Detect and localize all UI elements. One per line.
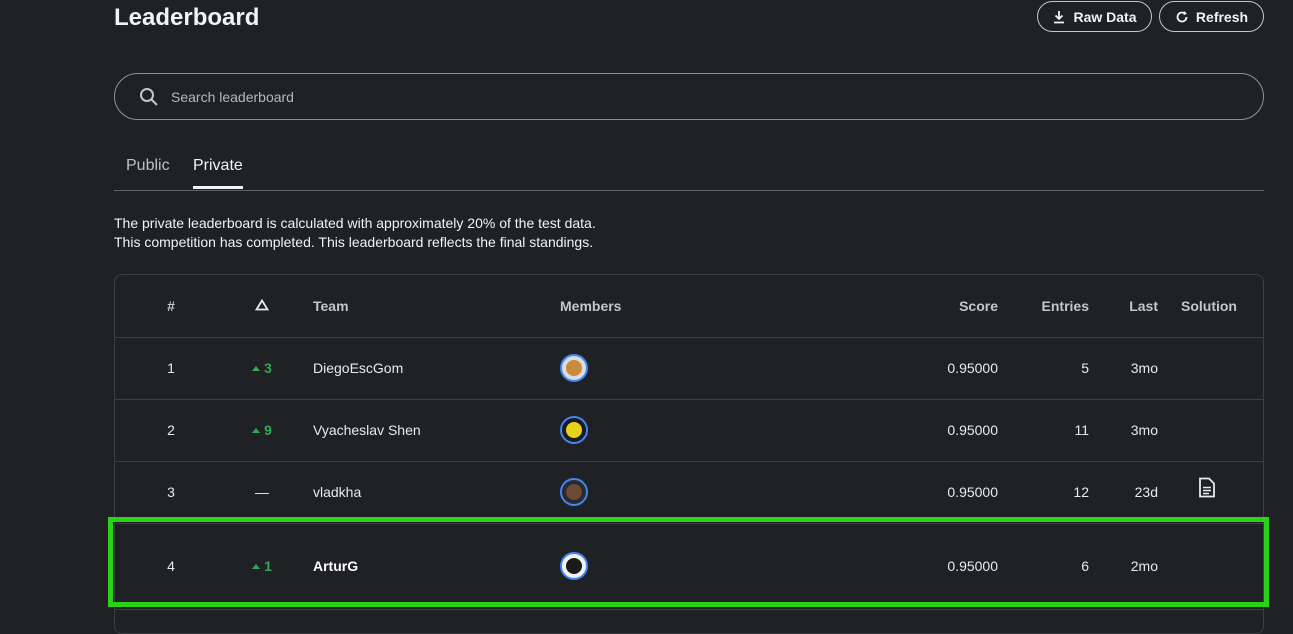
rank-change: 9 (245, 422, 279, 438)
last-submission: 3mo (1130, 360, 1158, 376)
leaderboard-table: # Team Members Score Entries Last Soluti… (114, 274, 1264, 634)
rank: 3 (167, 484, 175, 500)
raw-data-label: Raw Data (1073, 8, 1137, 25)
rank-change-value: 3 (264, 360, 272, 376)
team-name[interactable]: vladkha (313, 484, 361, 500)
table-header-row: # Team Members Score Entries Last Soluti… (115, 275, 1263, 338)
refresh-label: Refresh (1195, 8, 1249, 25)
rank-change-value: 1 (264, 558, 272, 574)
score: 0.95000 (947, 558, 998, 574)
description-line-2: This competition has completed. This lea… (114, 234, 594, 250)
rank-change: 3 (245, 360, 279, 376)
leaderboard-tabs: Public Private (114, 155, 1264, 191)
last-submission: 23d (1134, 484, 1158, 500)
solution-document-icon[interactable] (1199, 477, 1215, 501)
last-submission: 3mo (1130, 422, 1158, 438)
entries: 12 (1073, 484, 1089, 500)
tab-private[interactable]: Private (193, 157, 243, 175)
header-last[interactable]: Last (1129, 298, 1158, 314)
member-avatar[interactable] (560, 354, 588, 382)
header-solution: Solution (1181, 298, 1237, 314)
tab-public[interactable]: Public (126, 157, 170, 175)
last-submission: 2mo (1130, 558, 1158, 574)
table-row[interactable]: 3 — vladkha 0.95000 12 23d (115, 461, 1263, 524)
rank-change: 1 (245, 558, 279, 574)
refresh-button[interactable]: Refresh (1159, 1, 1264, 32)
team-name[interactable]: DiegoEscGom (313, 360, 403, 376)
search-input[interactable] (169, 87, 1173, 106)
rank: 4 (167, 558, 175, 574)
team-name[interactable]: Vyacheslav Shen (313, 422, 421, 438)
score: 0.95000 (947, 484, 998, 500)
up-arrow-icon (252, 365, 261, 371)
rank-change: — (255, 484, 269, 500)
member-avatar[interactable] (560, 416, 588, 444)
up-arrow-icon (252, 563, 261, 569)
active-tab-indicator (193, 186, 243, 189)
table-row[interactable]: 4 1 ArturG 0.95000 6 2mo (115, 523, 1263, 610)
description-line-1: The private leaderboard is calculated wi… (114, 215, 596, 231)
member-avatar[interactable] (560, 552, 588, 580)
rank-change-value: 9 (264, 422, 272, 438)
header-score[interactable]: Score (959, 298, 998, 314)
search-bar[interactable] (114, 73, 1264, 120)
header-members: Members (560, 298, 622, 314)
leaderboard-description: The private leaderboard is calculated wi… (114, 214, 596, 252)
team-name[interactable]: ArturG (313, 558, 358, 574)
download-icon (1054, 10, 1065, 23)
table-row[interactable]: 1 3 DiegoEscGom 0.95000 5 3mo (115, 337, 1263, 400)
entries: 11 (1074, 422, 1089, 438)
entries: 6 (1081, 558, 1089, 574)
header-rank: # (167, 298, 175, 314)
rank: 2 (167, 422, 175, 438)
score: 0.95000 (947, 422, 998, 438)
raw-data-button[interactable]: Raw Data (1037, 1, 1152, 32)
delta-header-icon (245, 298, 279, 314)
header-team[interactable]: Team (313, 298, 349, 314)
refresh-icon (1176, 10, 1188, 22)
rank: 1 (167, 360, 175, 376)
member-avatar[interactable] (560, 478, 588, 506)
up-arrow-icon (252, 427, 261, 433)
score: 0.95000 (947, 360, 998, 376)
table-row[interactable]: 2 9 Vyacheslav Shen 0.95000 11 3mo (115, 399, 1263, 462)
entries: 5 (1081, 360, 1089, 376)
header-entries[interactable]: Entries (1042, 298, 1089, 314)
page-title: Leaderboard (114, 4, 260, 31)
search-icon (140, 87, 158, 106)
